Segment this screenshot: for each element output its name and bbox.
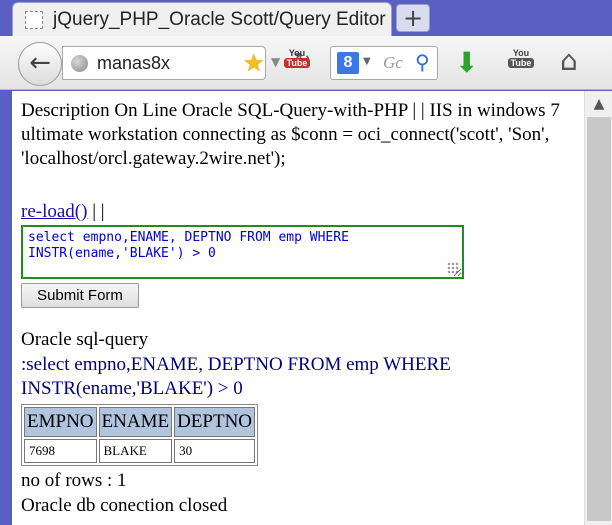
blank-page-icon [25, 11, 43, 29]
google-icon[interactable]: 8 [337, 52, 359, 74]
scroll-up-icon[interactable]: ▲ [585, 91, 612, 117]
download-arrow-icon[interactable]: ⬇ [455, 46, 478, 79]
reload-line: re-load() | | [21, 201, 105, 223]
youtube-icon-gray[interactable]: You Tube [508, 48, 534, 78]
table-cell: 30 [174, 439, 256, 463]
back-arrow-icon[interactable]: ← [18, 42, 62, 86]
globe-icon [71, 55, 88, 72]
result-table: EMPNO ENAME DEPTNO 7698 BLAKE 30 [21, 404, 259, 466]
table-header-cell: DEPTNO [174, 407, 256, 437]
row-count: no of rows : 1 [21, 470, 127, 491]
sql-query-textarea[interactable]: select empno,ENAME, DEPTNO FROM emp WHER… [21, 225, 464, 279]
page-content: Description On Line Oracle SQL-Query-wit… [12, 91, 584, 525]
table-header-cell: ENAME [98, 407, 173, 437]
submit-form-button[interactable]: Submit Form [21, 283, 139, 308]
search-bar[interactable]: 8 ▼ Gc ⚲ [330, 46, 438, 80]
connection-closed-message: Oracle db conection closed [21, 495, 228, 516]
tab-active[interactable]: jQuery_PHP_Oracle Scott/Query Editor [12, 2, 392, 36]
sql-query-text[interactable]: select empno,ENAME, DEPTNO FROM emp WHER… [28, 230, 457, 262]
url-bar[interactable]: manas8x ★ ▼ ↻ [62, 46, 311, 80]
search-engine-dropdown-icon[interactable]: ▼ [363, 56, 371, 67]
page-description: Description On Line Oracle SQL-Query-wit… [21, 100, 560, 169]
table-cell: 7698 [24, 439, 97, 463]
table-cell: BLAKE [98, 439, 173, 463]
new-tab-button[interactable]: + [396, 4, 430, 32]
scroll-thumb[interactable] [587, 117, 611, 521]
navigation-toolbar: ← manas8x ★ ▼ ↻ You Tube 8 ▼ Gc ⚲ ⬇ You … [0, 36, 612, 90]
vertical-scrollbar[interactable]: ▲ [584, 91, 612, 525]
search-input[interactable]: Gc [383, 53, 403, 73]
table-row: 7698 BLAKE 30 [24, 439, 256, 463]
search-magnifier-icon[interactable]: ⚲ [415, 50, 430, 74]
bookmark-star-icon[interactable]: ★ [243, 49, 265, 77]
reload-link[interactable]: re-load() [21, 201, 87, 222]
result-query: :select empno,ENAME, DEPTNO FROM emp WHE… [21, 354, 451, 399]
history-dropdown-icon[interactable]: ▼ [271, 55, 280, 69]
resize-grip-icon[interactable] [447, 262, 459, 274]
url-text[interactable]: manas8x [97, 53, 170, 74]
tab-strip: jQuery_PHP_Oracle Scott/Query Editor + [0, 0, 612, 36]
result-title: Oracle sql-query [21, 329, 149, 350]
reload-suffix: | | [92, 201, 105, 222]
tab-title: jQuery_PHP_Oracle Scott/Query Editor [53, 9, 386, 30]
table-header-cell: EMPNO [24, 407, 97, 437]
home-icon[interactable]: ⌂ [560, 44, 578, 77]
youtube-icon[interactable]: You Tube [284, 48, 310, 78]
table-header-row: EMPNO ENAME DEPTNO [24, 407, 256, 437]
